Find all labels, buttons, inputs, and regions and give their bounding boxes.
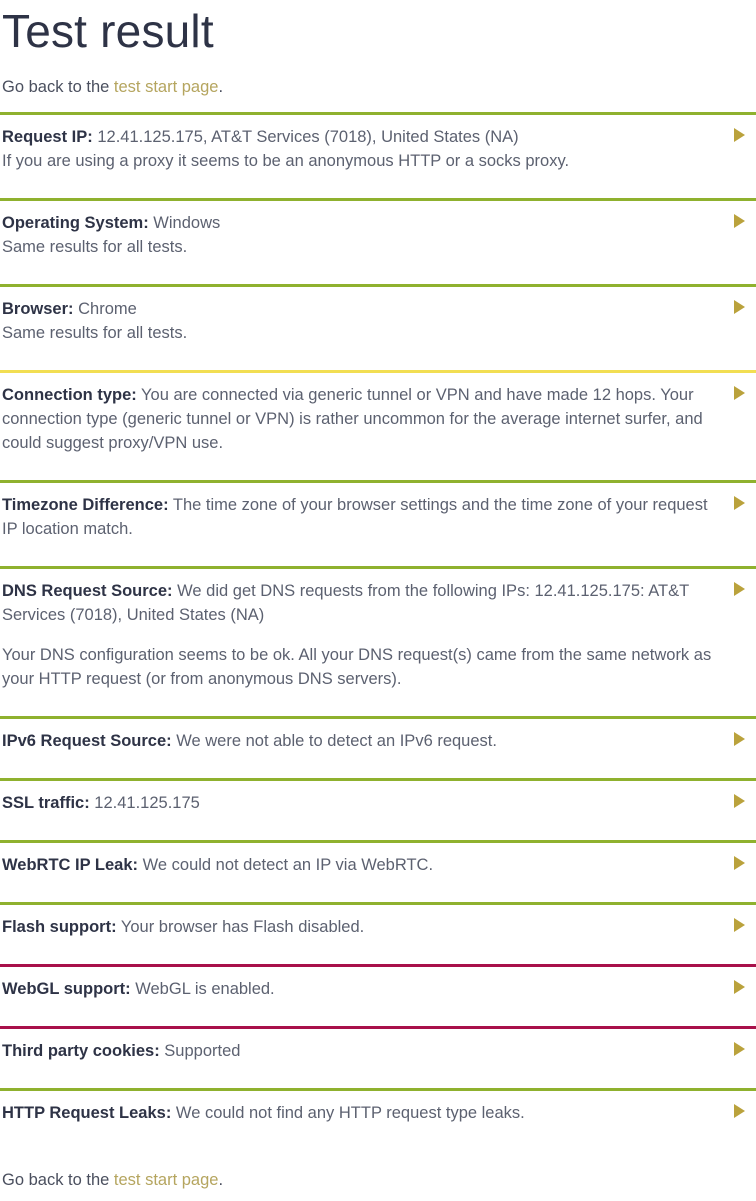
result-value: Windows — [148, 214, 221, 232]
expand-triangle-icon[interactable] — [734, 1042, 745, 1056]
result-value: Supported — [159, 1042, 241, 1060]
result-main-line: Request IP: 12.41.125.175, AT&T Services… — [2, 125, 712, 149]
result-label: WebRTC IP Leak: — [2, 856, 139, 874]
result-main-line: Flash support: Your browser has Flash di… — [2, 915, 712, 939]
expand-triangle-icon[interactable] — [734, 732, 745, 746]
result-main-line: Browser: Chrome — [2, 297, 712, 321]
expand-triangle-icon[interactable] — [734, 386, 745, 400]
result-row[interactable]: IPv6 Request Source: We were not able to… — [0, 716, 756, 767]
result-main-line: Connection type: You are connected via g… — [2, 383, 712, 455]
expand-triangle-icon[interactable] — [734, 300, 745, 314]
result-label: HTTP Request Leaks: — [2, 1104, 172, 1122]
expand-triangle-icon[interactable] — [734, 128, 745, 142]
test-result-page: Test result Go back to the test start pa… — [0, 0, 756, 1201]
result-row[interactable]: WebRTC IP Leak: We could not detect an I… — [0, 840, 756, 891]
goback-bottom-suffix: . — [218, 1171, 224, 1189]
result-note: Same results for all tests. — [2, 238, 188, 256]
result-main-line: WebGL support: WebGL is enabled. — [2, 977, 712, 1001]
result-row[interactable]: Operating System: Windows Same results fo… — [0, 198, 756, 273]
result-main-line: DNS Request Source: We did get DNS reque… — [2, 579, 712, 627]
result-note: If you are using a proxy it seems to be … — [2, 152, 570, 170]
result-label: SSL traffic: — [2, 794, 90, 812]
result-label: Third party cookies: — [2, 1042, 160, 1060]
result-main-line: Third party cookies: Supported — [2, 1039, 712, 1063]
result-label: Request IP: — [2, 128, 93, 146]
expand-triangle-icon[interactable] — [734, 856, 745, 870]
result-label: Operating System: — [2, 214, 149, 232]
result-label: WebGL support: — [2, 980, 131, 998]
expand-triangle-icon[interactable] — [734, 214, 745, 228]
goback-bottom-prefix: Go back to the — [2, 1171, 114, 1189]
result-value: We were not able to detect an IPv6 reque… — [171, 732, 497, 750]
result-main-line: HTTP Request Leaks: We could not find an… — [2, 1101, 712, 1125]
expand-triangle-icon[interactable] — [734, 582, 745, 596]
result-row[interactable]: WebGL support: WebGL is enabled. — [0, 964, 756, 1015]
expand-triangle-icon[interactable] — [734, 1104, 745, 1118]
result-row[interactable]: DNS Request Source: We did get DNS reque… — [0, 566, 756, 705]
result-row[interactable]: Browser: Chrome Same results for all test… — [0, 284, 756, 359]
result-label: Flash support: — [2, 918, 117, 936]
result-label: IPv6 Request Source: — [2, 732, 172, 750]
expand-triangle-icon[interactable] — [734, 496, 745, 510]
result-label: DNS Request Source: — [2, 582, 173, 600]
result-row[interactable]: Timezone Difference: The time zone of yo… — [0, 480, 756, 555]
result-main-line: WebRTC IP Leak: We could not detect an I… — [2, 853, 712, 877]
result-value: We could not detect an IP via WebRTC. — [138, 856, 434, 874]
result-main-line: SSL traffic: 12.41.125.175 — [2, 791, 712, 815]
result-row[interactable]: Third party cookies: Supported — [0, 1026, 756, 1077]
result-main-line: IPv6 Request Source: We were not able to… — [2, 729, 712, 753]
test-start-page-link-bottom[interactable]: test start page — [114, 1171, 219, 1189]
goback-top-prefix: Go back to the — [2, 78, 114, 96]
result-row[interactable]: Connection type: You are connected via g… — [0, 370, 756, 469]
goback-bottom: Go back to the test start page. — [0, 1139, 756, 1201]
result-label: Timezone Difference: — [2, 496, 169, 514]
goback-top-suffix: . — [218, 78, 224, 96]
result-row[interactable]: HTTP Request Leaks: We could not find an… — [0, 1088, 756, 1139]
result-row[interactable]: SSL traffic: 12.41.125.175 — [0, 778, 756, 829]
result-main-line: Timezone Difference: The time zone of yo… — [2, 493, 712, 541]
goback-top: Go back to the test start page. — [0, 58, 756, 112]
test-start-page-link-top[interactable]: test start page — [114, 78, 219, 96]
expand-triangle-icon[interactable] — [734, 980, 745, 994]
result-value: We could not find any HTTP request type … — [171, 1104, 525, 1122]
results-list: Request IP: 12.41.125.175, AT&T Services… — [0, 112, 756, 1139]
page-title: Test result — [2, 5, 214, 57]
result-label: Connection type: — [2, 386, 137, 404]
result-label: Browser: — [2, 300, 74, 318]
expand-triangle-icon[interactable] — [734, 918, 745, 932]
result-note: Your DNS configuration seems to be ok. A… — [2, 646, 712, 688]
result-main-line: Operating System: Windows — [2, 211, 712, 235]
result-value: WebGL is enabled. — [130, 980, 275, 998]
result-note: Same results for all tests. — [2, 324, 188, 342]
result-value: 12.41.125.175, AT&T Services (7018), Uni… — [92, 128, 519, 146]
result-row[interactable]: Request IP: 12.41.125.175, AT&T Services… — [0, 112, 756, 187]
result-value: Chrome — [73, 300, 137, 318]
result-value: 12.41.125.175 — [89, 794, 200, 812]
expand-triangle-icon[interactable] — [734, 794, 745, 808]
result-row[interactable]: Flash support: Your browser has Flash di… — [0, 902, 756, 953]
result-value: Your browser has Flash disabled. — [116, 918, 365, 936]
